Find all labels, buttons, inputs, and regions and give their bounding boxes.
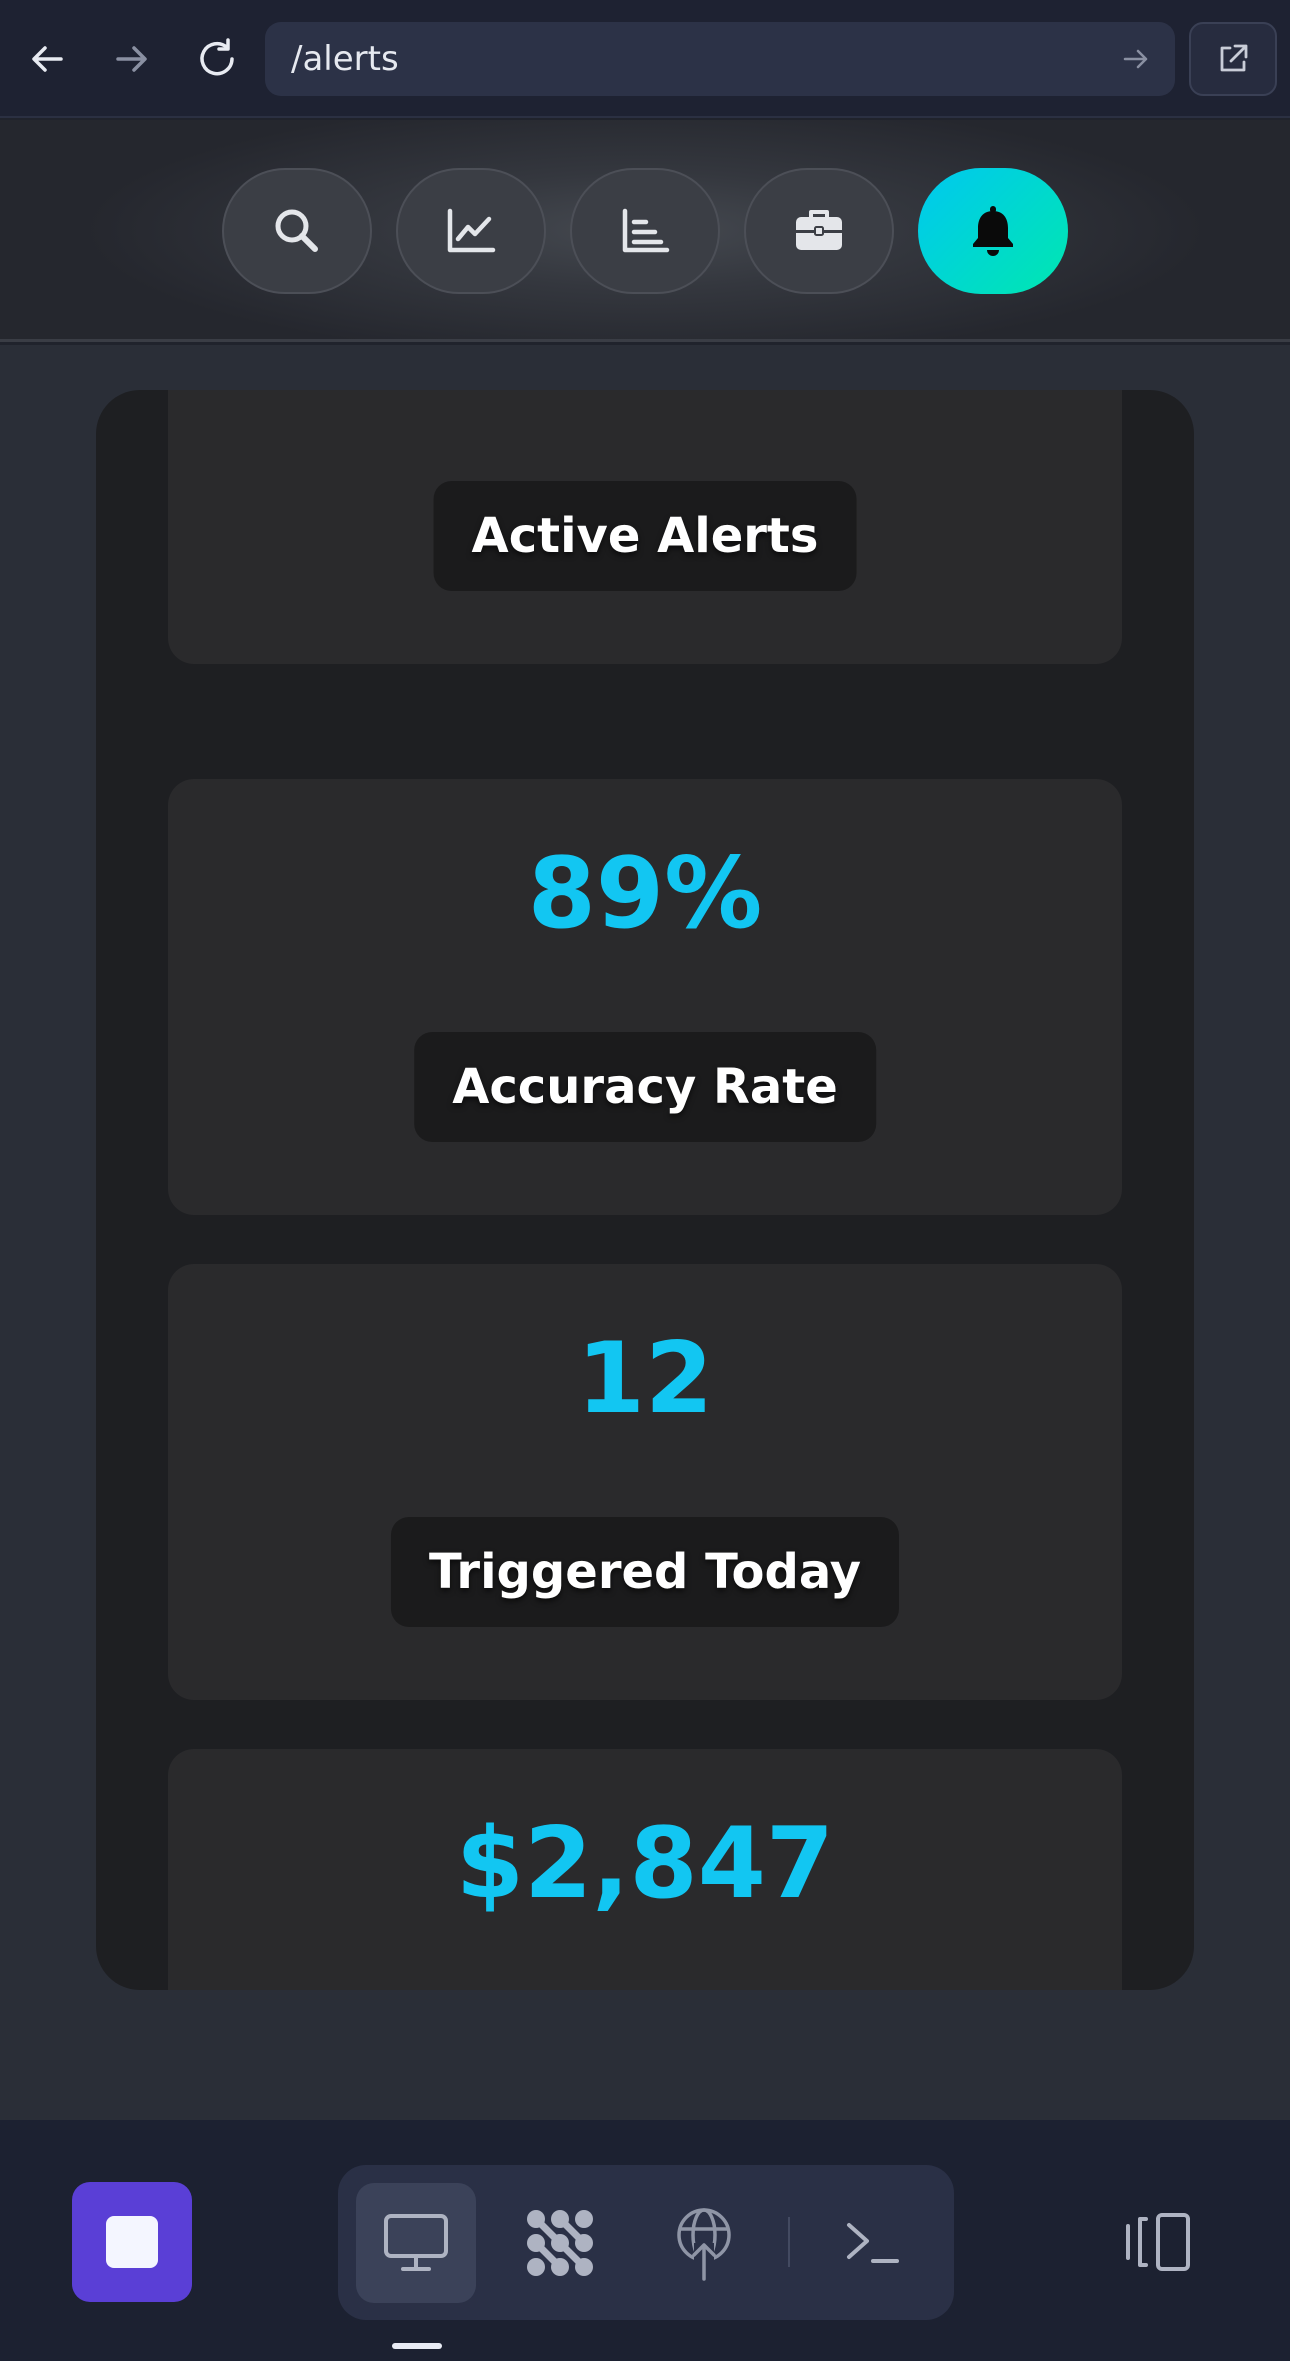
forward-button[interactable] [97,24,167,94]
bar-list-icon [622,208,670,253]
back-button[interactable] [12,24,82,94]
reload-icon [200,38,234,76]
publish-button[interactable] [644,2183,764,2303]
nav-reports[interactable] [570,168,720,294]
stat-label-box: Triggered Today [390,1517,900,1627]
desktop-button[interactable] [356,2183,476,2303]
globe-upload-icon [677,2208,731,2281]
network-button[interactable] [500,2183,620,2303]
stop-icon [106,2216,158,2268]
briefcase-icon [796,210,842,250]
terminal-button[interactable] [813,2183,933,2303]
search-icon [275,209,318,252]
bell-icon [973,206,1013,256]
nav-portfolio[interactable] [744,168,894,294]
stat-label-box: Accuracy Rate [414,1032,876,1142]
desktop-icon [384,2214,448,2271]
stop-button[interactable] [72,2182,192,2302]
terminal-icon [847,2223,899,2263]
arrow-right-icon [116,46,147,72]
stat-label: Accuracy Rate [452,1059,838,1115]
stat-label: Triggered Today [428,1544,862,1600]
arrow-right-icon [1123,49,1148,69]
dock-tray [338,2165,954,2320]
stat-label: Active Alerts [471,508,819,564]
stat-card-triggered-today: 12 Triggered Today [168,1264,1122,1700]
bottom-dock [0,2120,1290,2361]
external-link-icon [1220,44,1248,72]
stat-value: 12 [576,1322,714,1436]
stat-value: $2,847 [455,1807,835,1921]
nav-search[interactable] [222,168,372,294]
split-view-icon [1126,2213,1190,2271]
nav-charts[interactable] [396,168,546,294]
stat-card-active-alerts: 24 Active Alerts [168,390,1122,664]
open-external-button[interactable] [1189,22,1277,96]
line-chart-icon [447,208,496,253]
nav-alerts[interactable] [918,168,1068,294]
stats-panel[interactable]: 24 Active Alerts 89% Accuracy Rate 12 Tr… [96,390,1194,1990]
split-view-button[interactable] [1098,2182,1218,2302]
stat-label-box: Active Alerts [433,481,857,591]
stat-card-value: $2,847 [168,1749,1122,1990]
home-indicator [392,2343,442,2349]
address-bar[interactable]: /alerts [265,22,1175,96]
stat-value: 24 [168,390,1122,398]
reload-button[interactable] [182,24,252,94]
arrow-left-icon [32,46,63,72]
stat-value: 89% [527,837,763,951]
tray-divider [788,2217,790,2267]
stat-card-accuracy-rate: 89% Accuracy Rate [168,779,1122,1215]
network-icon [527,2210,593,2276]
app-navigation [0,120,1290,342]
url-text: /alerts [291,39,399,79]
go-button[interactable] [1115,38,1157,80]
browser-toolbar: /alerts [0,0,1290,118]
